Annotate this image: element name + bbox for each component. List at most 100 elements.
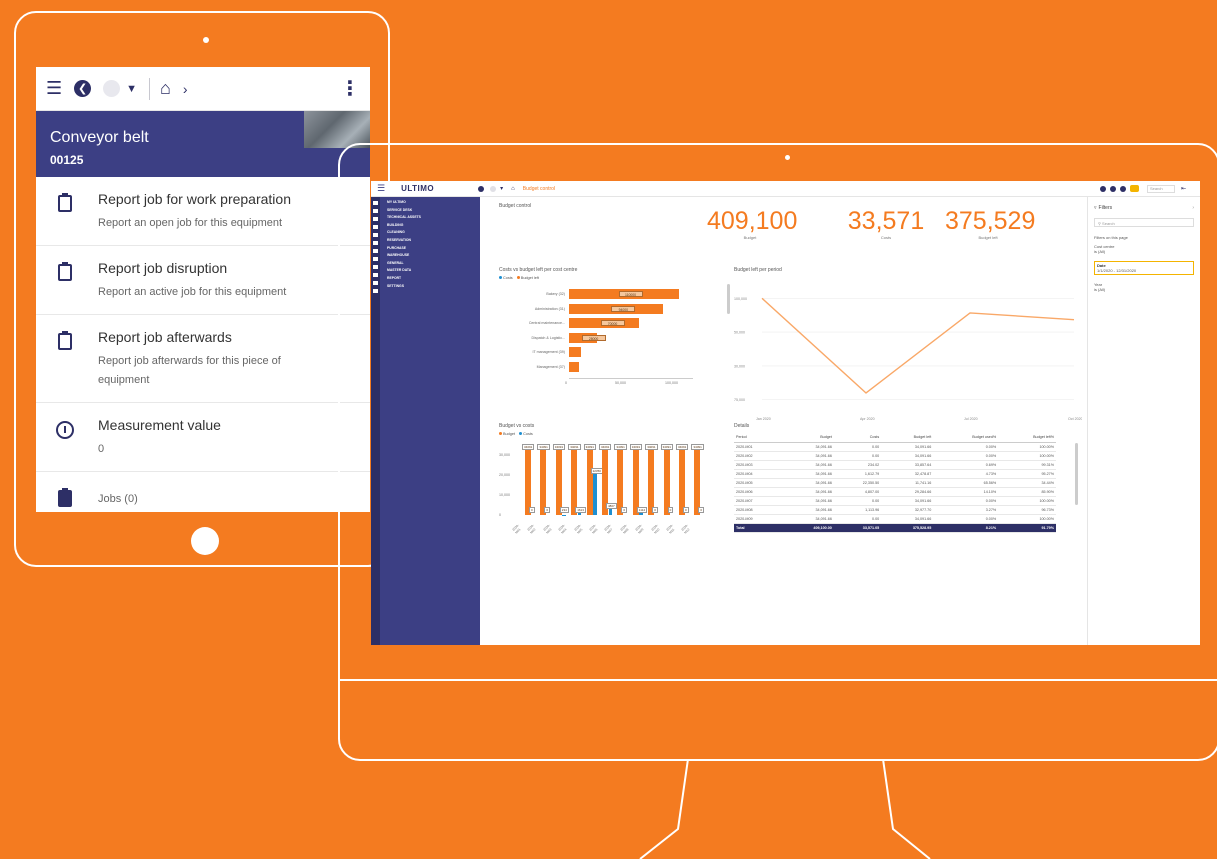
budget-left-line[interactable]	[761, 297, 1075, 394]
sidebar-item[interactable]: GENERAL	[380, 260, 480, 268]
sidebar-item[interactable]: TECHNICAL ASSETS	[380, 214, 480, 222]
action-measurement-value[interactable]: Measurement value 0	[36, 403, 370, 472]
budget-bar[interactable]	[586, 446, 593, 515]
x-tick-label: Jan 2020	[756, 417, 771, 421]
nav-icon[interactable]	[373, 217, 378, 221]
table-row[interactable]: 2020-M07 34,091.66 0.00 34,091.66 0.00% 100.0…	[734, 496, 1056, 506]
costs-bar[interactable]	[639, 512, 643, 515]
budget-bar[interactable]	[632, 446, 639, 515]
column-header[interactable]: Period	[734, 433, 782, 443]
nav-icon[interactable]	[373, 289, 378, 293]
avatar[interactable]	[1129, 185, 1139, 192]
filter-cost-centre[interactable]: Cost centre is (All)	[1094, 244, 1194, 254]
sidebar-item[interactable]: MY ULTIMO	[380, 199, 480, 207]
ultimo-logo: ULTIMO	[401, 184, 435, 193]
sidebar-item[interactable]: RESERVATION	[380, 237, 480, 245]
budget-bar[interactable]	[540, 446, 547, 515]
budget-bar[interactable]	[525, 446, 531, 515]
table-row[interactable]: 2020-M02 34,091.66 0.00 34,091.66 0.00% 100.0…	[734, 451, 1056, 461]
more-options-icon[interactable]: ⋮	[340, 76, 360, 101]
menu-icon[interactable]: ☰	[46, 78, 62, 99]
notifications-icon[interactable]	[1119, 185, 1126, 192]
back-icon[interactable]: ❮	[74, 80, 92, 97]
table-row[interactable]: 2020-M03 34,091.66 234.02 33,857.64 0.69% 99.…	[734, 460, 1056, 470]
help-icon[interactable]	[1109, 185, 1116, 192]
sidebar-item[interactable]: SETTINGS	[380, 283, 480, 291]
action-report-job-afterwards[interactable]: Report job afterwards Report job afterwa…	[36, 315, 370, 403]
column-header[interactable]: Budget used%	[933, 433, 999, 443]
chevron-down-icon[interactable]: ▼	[126, 83, 137, 95]
nav-icon[interactable]	[373, 225, 378, 229]
table-scrollbar[interactable]	[1075, 443, 1078, 505]
nav-icon[interactable]	[373, 265, 378, 269]
budget-bar[interactable]	[648, 446, 655, 515]
budget-left-bar[interactable]	[569, 347, 581, 357]
column-header[interactable]: Budget left%	[998, 433, 1056, 443]
home-icon[interactable]: ⌂	[160, 78, 171, 99]
breadcrumb[interactable]: Budget control	[523, 186, 555, 192]
jobs-link[interactable]: Jobs (0)	[36, 472, 370, 512]
bar-value-label: 28000	[581, 334, 606, 341]
table-row[interactable]: 2020-M04 34,091.66 1,612.79 32,478.87 4.73% 9…	[734, 469, 1056, 479]
nav-icon[interactable]	[373, 257, 378, 261]
sidebar-item[interactable]: REPORT	[380, 275, 480, 283]
action-subtitle: 0	[98, 443, 105, 455]
budget-value-label: 34091	[599, 443, 612, 450]
column-header[interactable]: Costs	[833, 433, 882, 443]
action-report-job-disruption[interactable]: Report job disruption Report an active j…	[36, 246, 370, 315]
budget-left-bar[interactable]	[569, 361, 579, 372]
kpi-budget: 409,100 Budget	[707, 207, 798, 241]
budget-bar[interactable]	[617, 446, 624, 515]
forward-icon[interactable]	[490, 185, 497, 192]
sidebar-item[interactable]: WAREHOUSE	[380, 252, 480, 260]
filter-date[interactable]: Date 1/1/2020 - 12/31/2020	[1094, 261, 1194, 275]
budget-bar[interactable]	[663, 446, 670, 515]
nav-icon[interactable]	[373, 273, 378, 277]
filter-year[interactable]: Year is (All)	[1094, 282, 1194, 292]
collapse-icon[interactable]: ›	[1192, 205, 1194, 211]
table-cell: 0.00%	[933, 514, 999, 524]
x-tick-label: 2020-M08	[619, 523, 630, 535]
sidebar-item[interactable]: PURCHASE	[380, 245, 480, 253]
nav-icon[interactable]	[373, 233, 378, 237]
sidebar-item[interactable]: CLEANING	[380, 229, 480, 237]
settings-icon[interactable]	[1099, 185, 1106, 192]
nav-icon[interactable]	[373, 249, 378, 253]
budget-bar[interactable]	[694, 446, 701, 515]
table-row[interactable]: 2020-M09 34,091.66 0.00 34,091.66 0.00% 100.0…	[734, 514, 1056, 524]
table-row[interactable]: 2020-M05 34,091.66 22,350.50 11,741.16 65.56…	[734, 478, 1056, 488]
sidebar-toggle-icon[interactable]: ⇤	[1181, 185, 1186, 192]
table-row[interactable]: 2020-M01 34,091.66 0.00 34,091.66 0.00% 100.0…	[734, 442, 1056, 452]
chart-scrollbar[interactable]	[727, 284, 730, 314]
x-tick-label: 2020-M12	[680, 523, 691, 535]
column-header[interactable]: Budget left	[881, 433, 934, 443]
back-icon[interactable]	[478, 185, 485, 192]
budget-bar[interactable]	[571, 446, 578, 515]
costs-bar[interactable]	[593, 470, 597, 515]
gauge-icon	[50, 417, 80, 459]
tablet-toolbar: ☰ ❮ ▼ ⌂ › ⋮	[36, 67, 370, 111]
chevron-down-icon[interactable]: ▾	[500, 185, 503, 192]
tablet-home-button[interactable]	[191, 527, 219, 555]
table-row[interactable]: 2020-M06 34,091.66 4,807.00 29,284.66 14.10%…	[734, 487, 1056, 497]
budget-bar[interactable]	[555, 446, 562, 515]
filter-search-input[interactable]: ⚲ Search	[1094, 218, 1194, 227]
kpi-value: 409,100	[707, 207, 798, 235]
budget-bar[interactable]	[679, 446, 685, 515]
menu-icon[interactable]: ☰	[377, 183, 385, 194]
sidebar-item[interactable]: MASTER DATA	[380, 267, 480, 275]
column-header[interactable]: Budget	[781, 433, 834, 443]
nav-icon[interactable]	[373, 281, 378, 285]
nav-icon[interactable]	[373, 209, 378, 213]
costs-value-label: 0	[621, 507, 628, 513]
sidebar-item[interactable]: SERVICE DESK	[380, 207, 480, 215]
table-header-row: Period Budget Costs Budget left Budget used%…	[734, 433, 1056, 443]
nav-icon[interactable]	[373, 201, 378, 205]
action-report-job-preparation[interactable]: Report job for work preparation Report a…	[36, 177, 370, 246]
search-box[interactable]: Search	[1146, 184, 1175, 193]
forward-icon[interactable]	[103, 80, 121, 97]
nav-icon[interactable]	[373, 241, 378, 245]
table-row[interactable]: 2020-M08 34,091.66 1,113.96 32,977.70 3.27% 9…	[734, 505, 1056, 515]
sidebar-item[interactable]: BUILDING	[380, 222, 480, 230]
home-icon[interactable]: ⌂	[511, 186, 515, 192]
